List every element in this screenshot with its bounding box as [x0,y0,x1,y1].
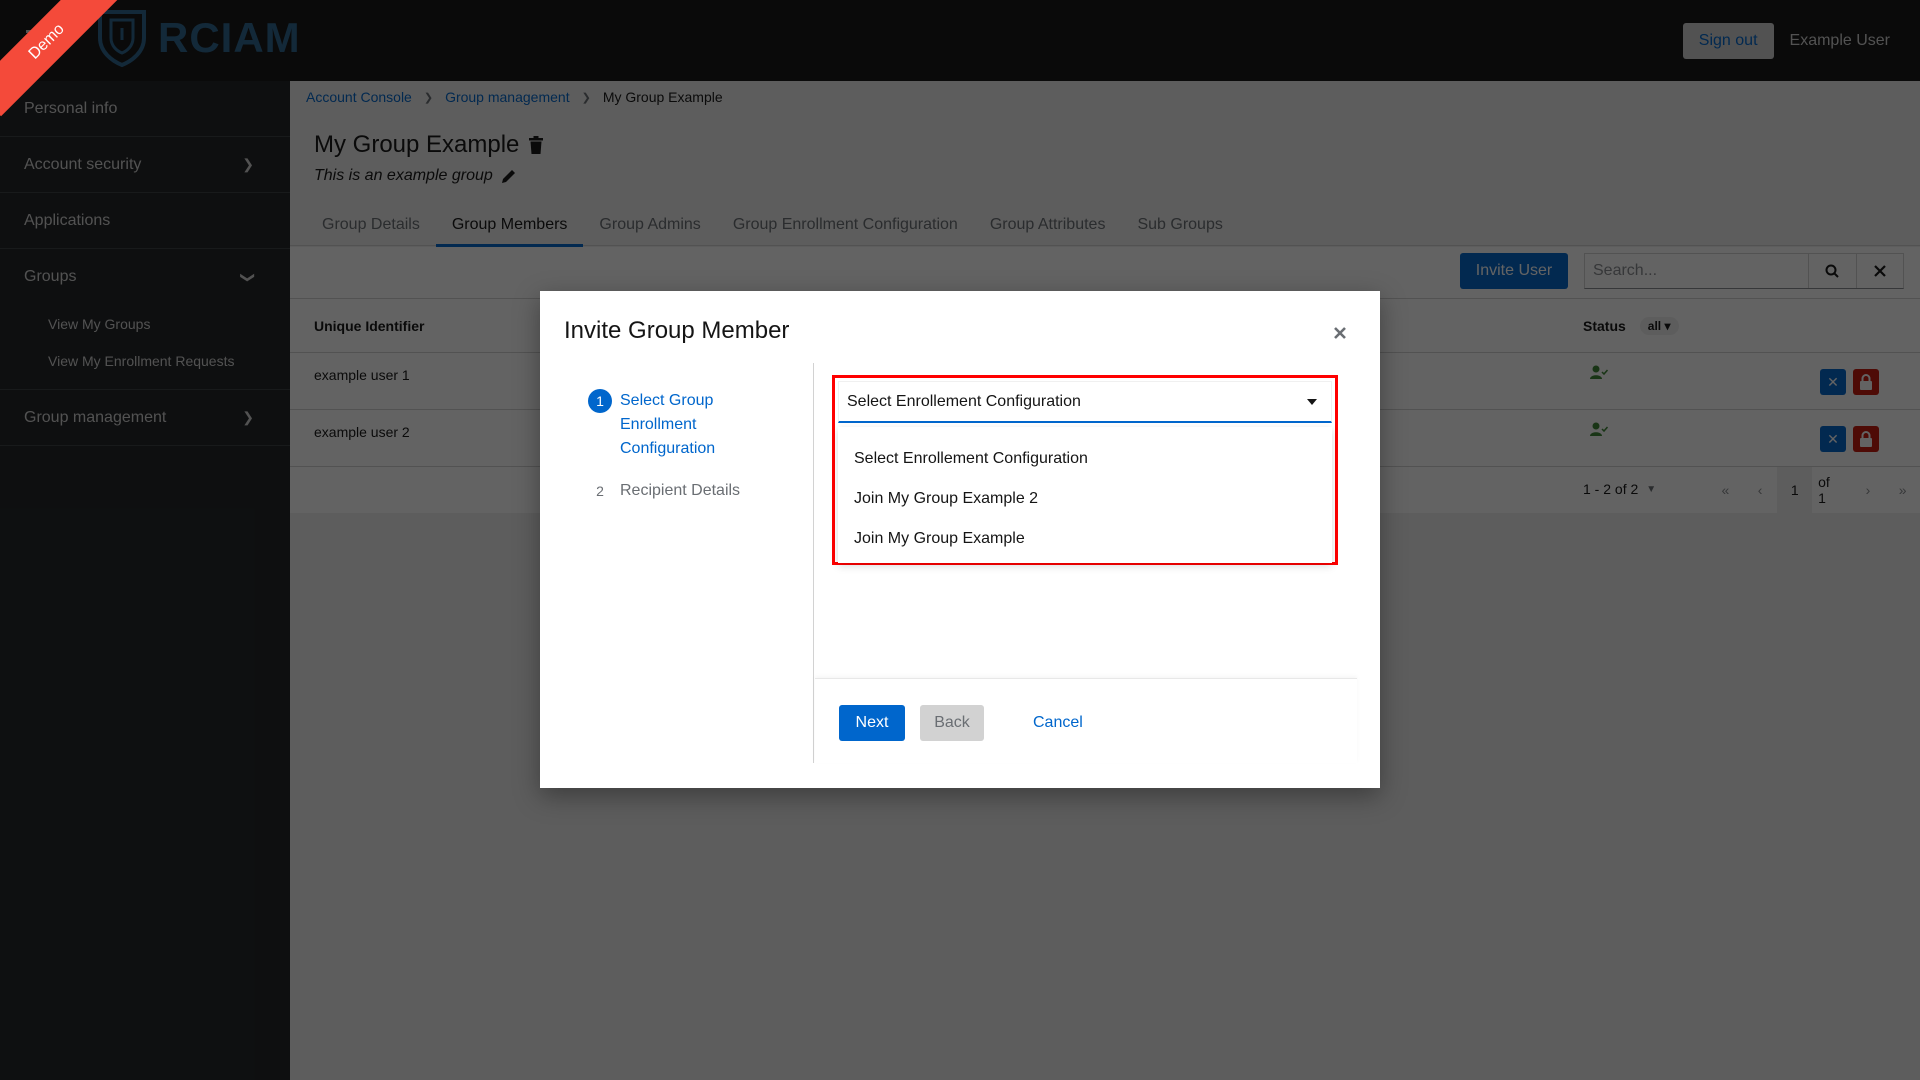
select-option[interactable]: Join My Group Example [838,519,1332,559]
wizard-steps: 1 Select Group Enrollment Configuration … [540,363,814,763]
cancel-button[interactable]: Cancel [1025,705,1091,741]
select-option[interactable]: Join My Group Example 2 [838,479,1332,519]
close-icon[interactable] [1332,325,1348,341]
invite-member-modal: Invite Group Member 1 Select Group Enrol… [540,291,1380,788]
modal-title: Invite Group Member [564,317,790,344]
step-label: Recipient Details [620,482,741,499]
step-number: 1 [588,389,612,413]
next-button[interactable]: Next [839,705,905,741]
caret-down-icon [1307,398,1317,405]
step-label: Select Group Enrollment Configuration [620,392,716,457]
select-value: Select Enrollement Configuration [847,392,1081,410]
select-menu: Select Enrollement Configuration Join My… [838,427,1332,563]
wizard-footer: Next Back Cancel [815,678,1357,763]
select-option[interactable]: Select Enrollement Configuration [838,439,1332,479]
wizard-step-1[interactable]: 1 Select Group Enrollment Configuration [588,389,740,461]
step-number: 2 [596,483,604,499]
back-button[interactable]: Back [920,705,984,741]
enrollment-configuration-select[interactable]: Select Enrollement Configuration [838,381,1332,423]
wizard-step-2[interactable]: 2 Recipient Details [588,479,740,503]
